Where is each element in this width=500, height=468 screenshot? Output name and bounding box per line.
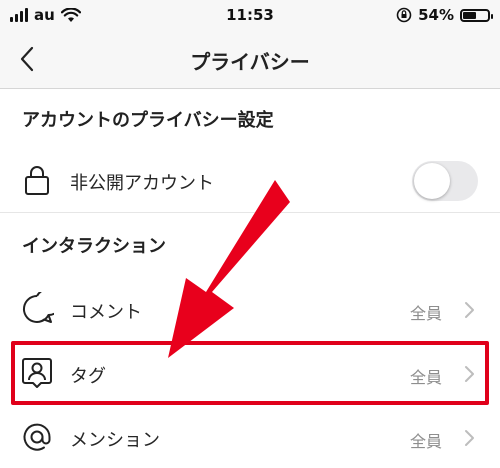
interactions-header: インタラクション — [22, 236, 166, 257]
toggle-knob[interactable] — [414, 163, 450, 199]
mention-label: メンション — [70, 430, 160, 451]
comment-label: コメント — [70, 302, 142, 323]
status-right: 54% — [396, 6, 493, 24]
page-title: プライバシー — [190, 50, 310, 74]
battery-percent: 54% — [418, 6, 454, 24]
comment-value: 全員 — [409, 304, 442, 323]
rotation-lock-icon — [396, 7, 412, 23]
comment-bubble-icon — [22, 292, 54, 323]
mention-row[interactable]: メンション 全員 — [0, 408, 500, 468]
chevron-right-icon — [465, 302, 474, 318]
red-arrow-annotation — [168, 180, 290, 358]
navigation-bar: プライバシー — [0, 30, 500, 89]
private-account-toggle[interactable] — [412, 161, 478, 201]
account-privacy-header: アカウントのプライバシー設定 — [22, 110, 274, 131]
chevron-right-icon — [465, 430, 474, 446]
status-bar: au 11:53 54% — [0, 0, 500, 30]
at-sign-icon — [23, 423, 51, 451]
battery-icon — [460, 8, 493, 22]
lock-icon — [25, 166, 49, 195]
mention-value: 全員 — [409, 432, 442, 451]
